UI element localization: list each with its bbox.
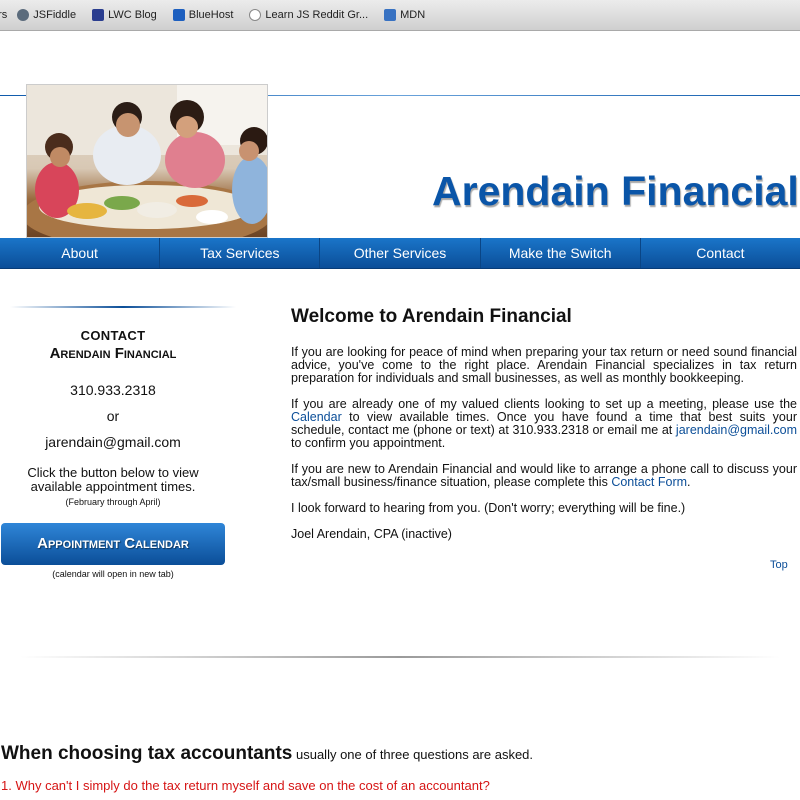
- bookmark-learn-js-reddit[interactable]: Learn JS Reddit Gr...: [249, 9, 368, 21]
- questions-heading-sub: usually one of three questions are asked…: [292, 747, 534, 762]
- family-dinner-photo: [26, 84, 268, 238]
- calendar-note: (calendar will open in new tab): [52, 569, 174, 579]
- bookmark-label: LWC Blog: [108, 9, 157, 21]
- question-1[interactable]: 1. Why can't I simply do the tax return …: [1, 778, 490, 793]
- sidebar-rule: [10, 306, 236, 308]
- bookmark-label: JSFiddle: [33, 9, 77, 21]
- bookmark-jsfiddle[interactable]: JSFiddle: [17, 9, 76, 21]
- clients-paragraph: If you are already one of my valued clie…: [291, 398, 797, 450]
- appointment-calendar-button[interactable]: Appointment Calendar: [1, 523, 225, 565]
- intro-paragraph: If you are looking for peace of mind whe…: [291, 345, 797, 385]
- contact-sidebar: CONTACT Arendain Financial 310.933.2318 …: [0, 306, 236, 579]
- closing-paragraph: I look forward to hearing from you. (Don…: [291, 501, 686, 515]
- bookmark-label: Learn JS Reddit Gr...: [265, 9, 369, 21]
- nav-other-services[interactable]: Other Services: [320, 238, 481, 268]
- section-divider: [20, 656, 780, 658]
- jsfiddle-icon: [17, 9, 30, 21]
- contact-form-link[interactable]: Contact Form: [611, 475, 687, 489]
- paragraph-text: .: [687, 475, 691, 489]
- calendar-link[interactable]: Calendar: [291, 410, 342, 424]
- questions-heading-title: When choosing tax accountants: [1, 743, 293, 764]
- bookmark-label: BlueHost: [188, 9, 234, 21]
- nav-tax-services[interactable]: Tax Services: [160, 238, 321, 268]
- nav-make-the-switch[interactable]: Make the Switch: [481, 238, 641, 268]
- new-clients-paragraph: If you are new to Arendain Financial and…: [291, 463, 797, 489]
- email-link[interactable]: jarendain@gmail.com: [676, 423, 797, 437]
- lwc-blog-icon: [92, 9, 105, 21]
- appointment-season: (February through April): [65, 497, 161, 507]
- contact-company-name: Arendain Financial: [49, 345, 177, 362]
- bookmark-label: MDN: [400, 9, 426, 21]
- contact-phone: 310.933.2318: [70, 382, 156, 398]
- bookmark-partial[interactable]: ers: [0, 9, 7, 21]
- mdn-icon: [384, 9, 397, 21]
- signature: Joel Arendain, CPA (inactive): [291, 527, 452, 541]
- bookmark-mdn[interactable]: MDN: [384, 9, 425, 21]
- welcome-section: Welcome to Arendain Financial If you are…: [291, 306, 797, 554]
- contact-heading: CONTACT: [80, 328, 146, 343]
- bookmark-lwc-blog[interactable]: LWC Blog: [92, 9, 157, 21]
- contact-email: jarendain@gmail.com: [45, 434, 181, 450]
- paragraph-text: If you are new to Arendain Financial and…: [291, 462, 797, 489]
- bookmarks-bar: ers JSFiddle LWC Blog BlueHost Learn JS …: [0, 0, 800, 31]
- bluehost-icon: [172, 9, 185, 21]
- questions-heading: When choosing tax accountants usually on…: [1, 743, 533, 765]
- paragraph-text: If you are already one of my valued clie…: [291, 397, 797, 411]
- appointment-instructions-text: Click the button below to view available…: [27, 465, 199, 494]
- bookmark-bluehost[interactable]: BlueHost: [172, 9, 234, 21]
- top-link[interactable]: Top: [770, 559, 788, 571]
- welcome-title: Welcome to Arendain Financial: [291, 306, 572, 327]
- contact-or: or: [106, 408, 120, 424]
- appointment-instructions: Click the button below to view available…: [0, 466, 226, 509]
- brand-title: Arendain Financial: [432, 168, 799, 214]
- paragraph-text: to confirm you appointment.: [291, 436, 446, 450]
- nav-about[interactable]: About: [0, 238, 161, 268]
- nav-contact[interactable]: Contact: [641, 238, 800, 268]
- reddit-icon: [249, 9, 262, 21]
- bookmark-label: ers: [0, 9, 8, 21]
- main-nav: About Tax Services Other Services Make t…: [0, 238, 800, 269]
